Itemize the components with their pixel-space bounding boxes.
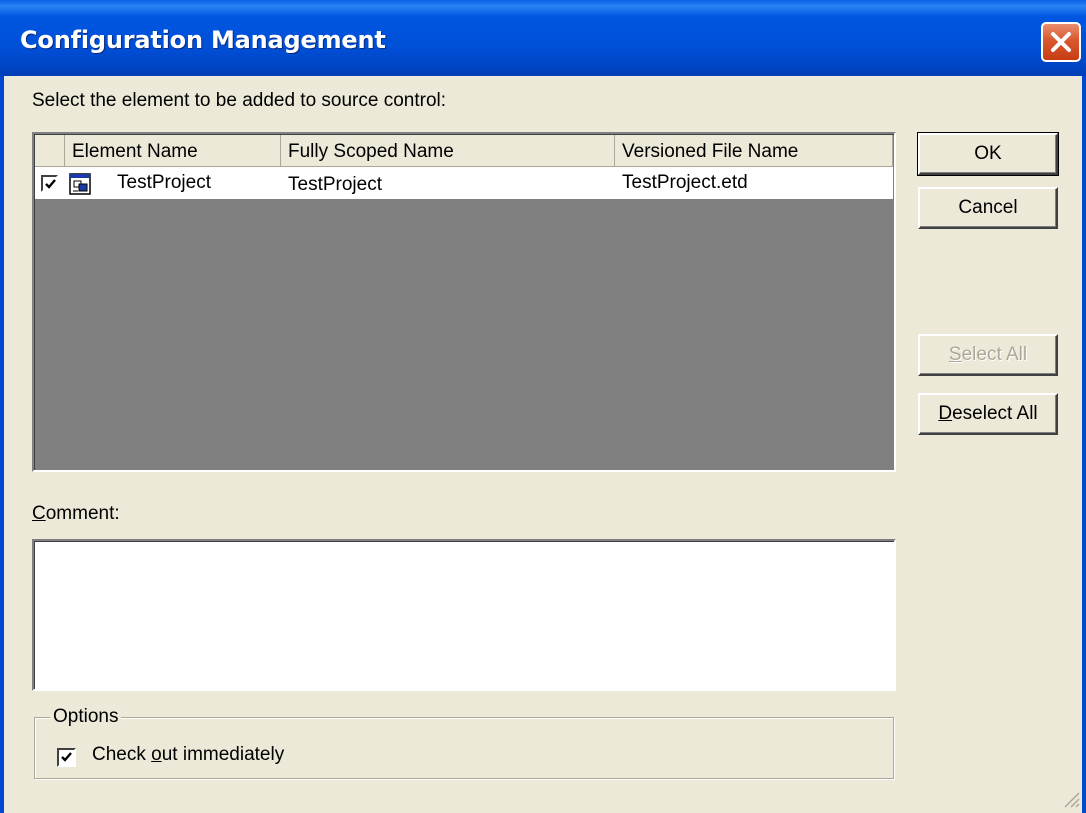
header-versioned-file-name[interactable]: Versioned File Name bbox=[615, 135, 893, 167]
close-icon bbox=[1051, 32, 1071, 52]
row-checkbox[interactable] bbox=[41, 175, 58, 192]
check-out-label-after: ut immediately bbox=[161, 744, 285, 765]
window-border-left bbox=[0, 76, 4, 813]
deselect-all-button[interactable]: Deselect All bbox=[918, 393, 1058, 435]
check-out-checkbox[interactable] bbox=[57, 748, 76, 767]
comment-textarea[interactable] bbox=[34, 541, 894, 689]
cell-versioned-file-name: TestProject.etd bbox=[622, 172, 748, 193]
header-fully-scoped-name[interactable]: Fully Scoped Name bbox=[281, 135, 615, 167]
header-check-column[interactable] bbox=[35, 135, 65, 167]
check-out-mnemonic: o bbox=[151, 744, 162, 765]
comment-label-text: omment: bbox=[45, 503, 120, 524]
ok-button[interactable]: OK bbox=[917, 132, 1059, 176]
checkmark-icon bbox=[45, 179, 56, 189]
cancel-button[interactable]: Cancel bbox=[918, 187, 1058, 229]
deselect-all-mnemonic: D bbox=[938, 403, 953, 424]
window-title: Configuration Management bbox=[20, 26, 386, 54]
close-button[interactable] bbox=[1041, 22, 1081, 62]
project-icon bbox=[69, 173, 91, 195]
select-all-label: elect All bbox=[961, 344, 1028, 365]
checkmark-icon bbox=[61, 752, 72, 762]
instruction-text: Select the element to be added to source… bbox=[32, 90, 447, 111]
comment-field[interactable] bbox=[32, 539, 896, 691]
check-out-label-before: Check bbox=[92, 744, 152, 765]
options-legend: Options bbox=[50, 706, 122, 728]
resize-grip-icon[interactable] bbox=[1062, 790, 1080, 808]
header-element-name[interactable]: Element Name bbox=[65, 135, 281, 167]
window-border-right bbox=[1082, 76, 1086, 813]
deselect-all-label: eselect All bbox=[952, 403, 1038, 424]
comment-label: Comment: bbox=[32, 503, 120, 525]
list-header: Element Name Fully Scoped Name Versioned… bbox=[35, 135, 893, 167]
cell-element-name: TestProject bbox=[117, 172, 211, 193]
check-out-label[interactable]: Check out immediately bbox=[92, 744, 284, 766]
table-row[interactable]: TestProject TestProject TestProject.etd bbox=[35, 167, 893, 199]
element-list[interactable]: Element Name Fully Scoped Name Versioned… bbox=[32, 132, 896, 472]
comment-label-mnemonic: C bbox=[32, 503, 46, 524]
cell-fully-scoped-name: TestProject bbox=[288, 174, 382, 195]
select-all-mnemonic: S bbox=[948, 344, 962, 365]
title-bar[interactable]: Configuration Management bbox=[0, 0, 1086, 76]
select-all-button[interactable]: Select All bbox=[918, 334, 1058, 376]
